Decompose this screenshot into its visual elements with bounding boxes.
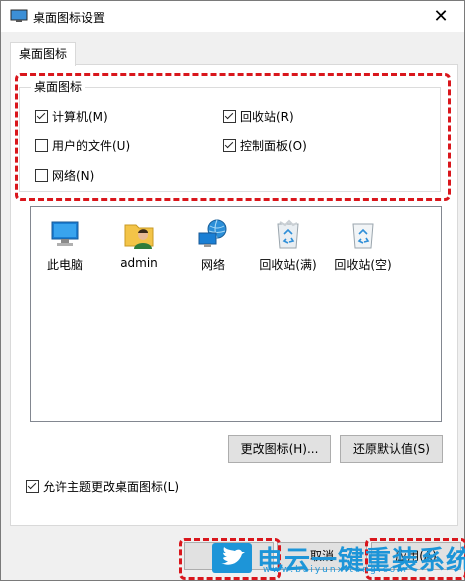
checkbox-recycle-bin[interactable]: 回收站(R) xyxy=(223,108,294,125)
icon-label: 此电脑 xyxy=(46,258,83,272)
checkbox-label: 回收站(R) xyxy=(240,110,294,124)
close-button[interactable]: ✕ xyxy=(418,1,464,32)
checkbox-box[interactable] xyxy=(35,139,48,152)
watermark-url: www.baiyunxitong.com xyxy=(263,565,408,575)
list-item-network[interactable]: 网络 xyxy=(178,218,248,273)
checkbox-label: 用户的文件(U) xyxy=(52,139,131,153)
bird-icon xyxy=(221,547,245,565)
checkbox-box[interactable] xyxy=(35,169,48,182)
list-item-this-pc[interactable]: 此电脑 xyxy=(30,218,100,273)
checkbox-box[interactable] xyxy=(223,110,236,123)
icon-label: 回收站(满) xyxy=(259,258,317,272)
icon-label: admin xyxy=(120,256,158,270)
icon-label: 网络 xyxy=(200,258,225,272)
restore-default-button[interactable]: 还原默认值(S) xyxy=(340,435,443,463)
display-icon xyxy=(10,9,28,22)
list-item-admin[interactable]: admin xyxy=(104,218,174,270)
recycle-bin-full-icon xyxy=(272,218,304,250)
checkbox-user-files[interactable]: 用户的文件(U) xyxy=(35,137,130,154)
checkbox-box[interactable] xyxy=(35,110,48,123)
title-bar: 桌面图标设置 ✕ xyxy=(1,1,464,32)
tab-desktop-icons[interactable]: 桌面图标 xyxy=(10,42,76,66)
desktop-icon-settings-dialog: 桌面图标设置 ✕ 桌面图标 桌面图标 计算机(M) 回收站(R) 用户的文件(U… xyxy=(0,0,465,581)
network-icon xyxy=(197,218,229,250)
icon-label: 回收站(空) xyxy=(334,258,392,272)
groupbox-title: 桌面图标 xyxy=(31,78,86,95)
checkbox-label: 计算机(M) xyxy=(52,110,108,124)
user-folder-icon xyxy=(123,218,155,250)
checkbox-label: 允许主题更改桌面图标(L) xyxy=(43,480,180,494)
watermark-logo xyxy=(212,543,252,573)
checkbox-label: 网络(N) xyxy=(52,169,95,183)
change-icon-button[interactable]: 更改图标(H)... xyxy=(228,435,331,463)
checkbox-box[interactable] xyxy=(26,480,39,493)
computer-icon xyxy=(49,218,81,250)
list-item-recycle-full[interactable]: 回收站(满) xyxy=(253,218,323,273)
checkbox-network[interactable]: 网络(N) xyxy=(35,167,94,184)
checkbox-label: 控制面板(O) xyxy=(240,139,307,153)
checkbox-control-panel[interactable]: 控制面板(O) xyxy=(223,137,307,154)
checkbox-allow-theme[interactable]: 允许主题更改桌面图标(L) xyxy=(26,478,179,495)
list-item-recycle-empty[interactable]: 回收站(空) xyxy=(328,218,398,273)
recycle-bin-empty-icon xyxy=(347,218,379,250)
window-title: 桌面图标设置 xyxy=(33,11,106,25)
checkbox-computer[interactable]: 计算机(M) xyxy=(35,108,108,125)
checkbox-box[interactable] xyxy=(223,139,236,152)
